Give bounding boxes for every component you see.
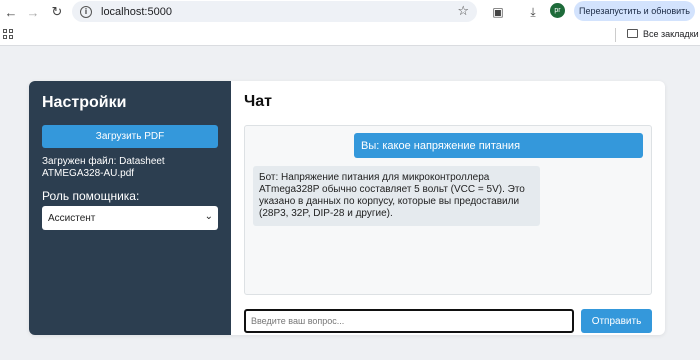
- settings-sidebar: Настройки Загрузить PDF Загружен файл: D…: [29, 81, 231, 335]
- browser-toolbar: ← → ↻ i localhost:5000 ☆ ▣ ⤓ pr Перезапу…: [0, 0, 700, 24]
- forward-icon[interactable]: →: [22, 1, 44, 23]
- bot-message: Бот: Напряжение питания для микроконтрол…: [253, 166, 540, 226]
- upload-pdf-button[interactable]: Загрузить PDF: [42, 125, 218, 148]
- site-info-icon[interactable]: i: [80, 5, 92, 18]
- address-bar[interactable]: i localhost:5000 ☆: [72, 1, 477, 22]
- bookmarks-divider: [615, 28, 616, 42]
- question-input[interactable]: [244, 309, 574, 333]
- all-bookmarks-link[interactable]: Все закладки: [643, 29, 699, 39]
- relaunch-button[interactable]: Перезапустить и обновить: [574, 1, 695, 21]
- avatar[interactable]: pr: [550, 3, 565, 18]
- chat-history[interactable]: Вы: какое напряжение питания Бот: Напряж…: [244, 125, 652, 295]
- user-message: Вы: какое напряжение питания: [354, 133, 643, 158]
- role-label: Роль помощника:: [42, 189, 140, 203]
- uploaded-file-status: Загружен файл: Datasheet ATMEGA328-AU.pd…: [42, 156, 165, 179]
- bookmarks-bar: Все закладки: [0, 24, 700, 46]
- app-container: Настройки Загрузить PDF Загружен файл: D…: [29, 81, 665, 335]
- send-button[interactable]: Отправить: [581, 309, 652, 333]
- chat-input-row: Отправить: [244, 309, 652, 333]
- role-select[interactable]: Ассистент ⌄: [42, 206, 218, 230]
- bookmark-star-icon[interactable]: ☆: [457, 3, 469, 19]
- chat-panel: Чат Вы: какое напряжение питания Бот: На…: [231, 81, 665, 335]
- url-text[interactable]: localhost:5000: [101, 6, 172, 18]
- extensions-icon[interactable]: ▣: [488, 2, 508, 22]
- sidebar-title: Настройки: [42, 94, 127, 111]
- reload-icon[interactable]: ↻: [46, 1, 68, 23]
- chat-title: Чат: [244, 93, 272, 110]
- back-icon[interactable]: ←: [0, 1, 22, 23]
- download-icon[interactable]: ⤓: [523, 2, 543, 22]
- chevron-down-icon: ⌄: [204, 211, 213, 222]
- folder-icon[interactable]: [627, 29, 638, 38]
- apps-grid-icon[interactable]: [3, 29, 13, 39]
- role-select-value: Ассистент: [48, 212, 96, 224]
